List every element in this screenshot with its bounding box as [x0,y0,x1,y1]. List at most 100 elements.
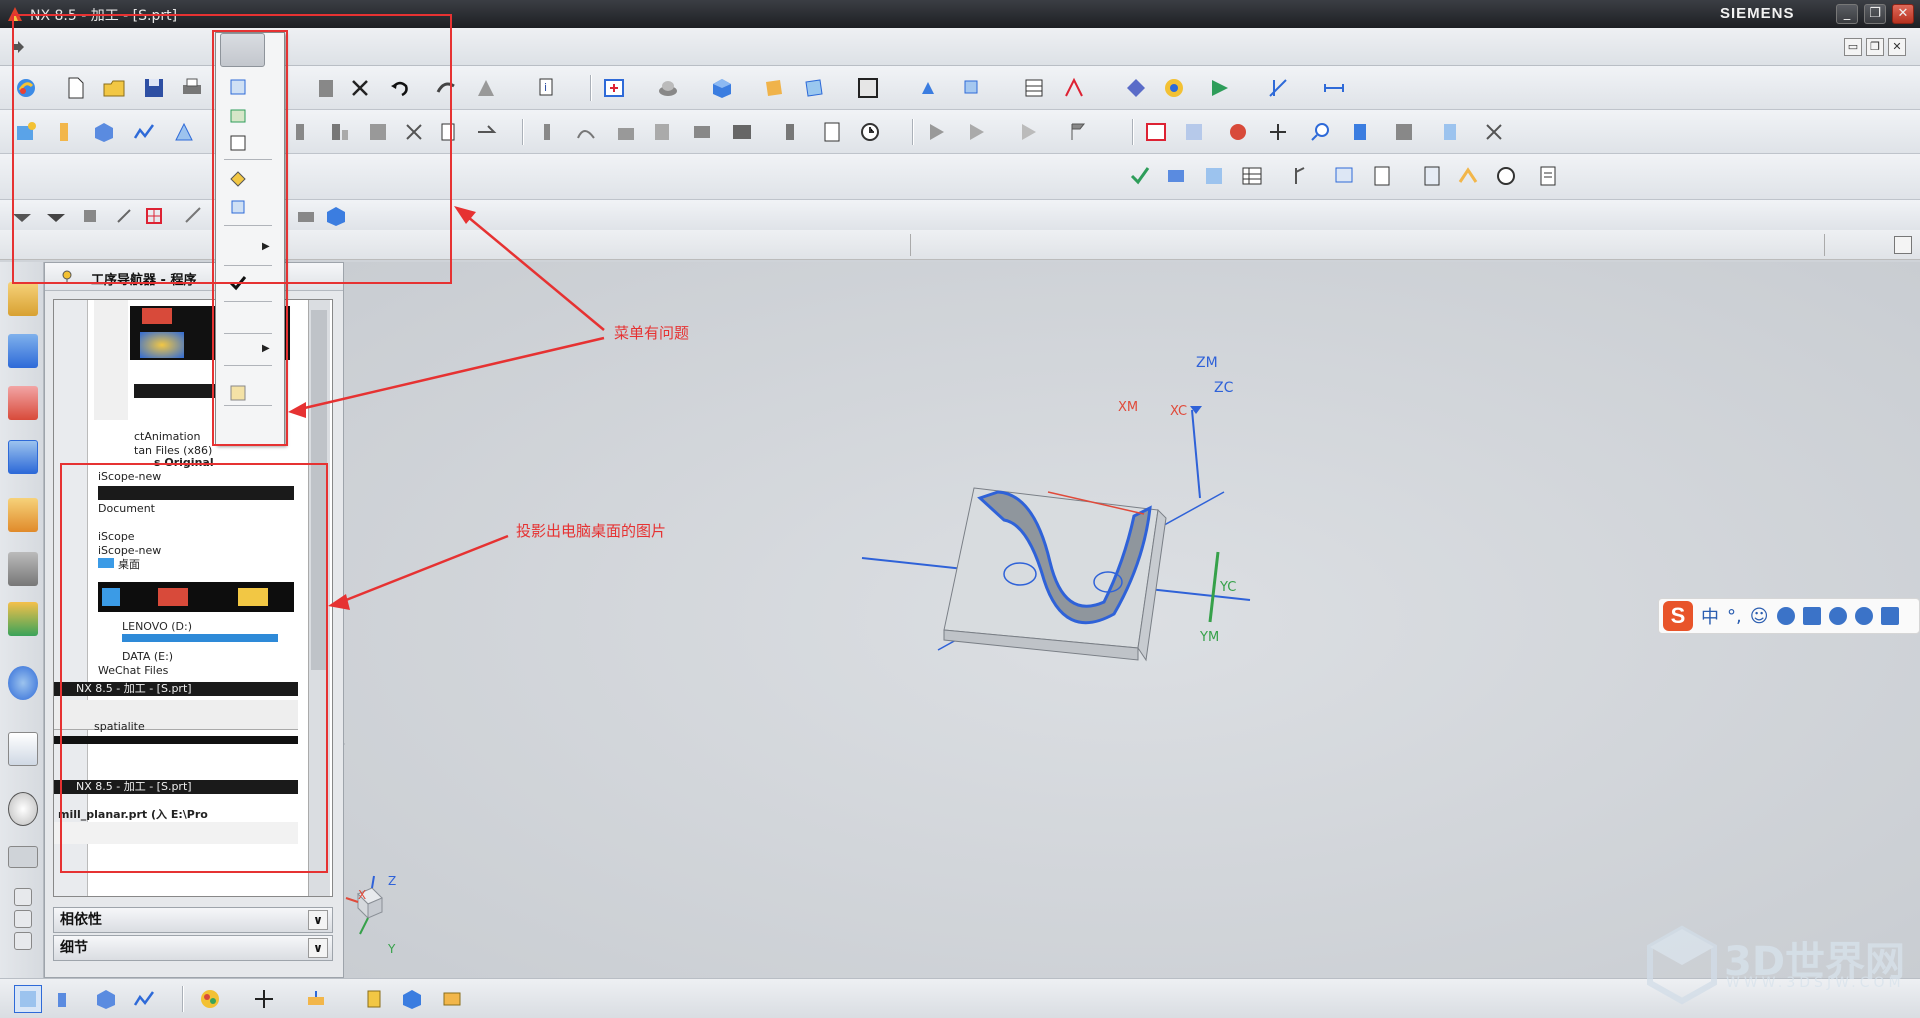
chevron-down-icon[interactable]: ∨ [308,938,328,958]
batch-process-icon[interactable] [728,118,756,146]
constraint-navigator-icon[interactable] [8,334,38,368]
doc-minimize-button[interactable]: ▭ [1844,38,1862,56]
bottom-method-icon[interactable] [130,985,158,1013]
time-icon[interactable] [856,118,884,146]
postprocess-icon[interactable] [612,118,640,146]
render-style-icon[interactable] [654,74,682,102]
workpiece-view-icon[interactable] [1142,118,1170,146]
doc-restore-button[interactable]: ❐ [1866,38,1884,56]
bottom-tool-icon[interactable] [52,985,80,1013]
tool-list-icon[interactable] [1436,118,1464,146]
layer-settings-icon[interactable] [1020,74,1048,102]
feeds-speeds-icon[interactable] [1224,118,1252,146]
assembly-navigator-icon[interactable] [8,282,38,316]
skin-icon[interactable] [1854,607,1873,625]
section-view-icon[interactable] [760,74,788,102]
dependency-section[interactable]: 相依性 ∨ [53,907,333,933]
edit-object-icon[interactable] [1330,162,1358,190]
ime-punct-label[interactable]: °, [1727,606,1742,627]
play-forward-icon[interactable] [922,118,950,146]
web-browser-icon[interactable] [8,732,38,766]
report-icon[interactable] [1534,162,1562,190]
crosshair-icon[interactable] [250,985,278,1013]
blank-icon[interactable] [438,985,466,1013]
probe-icon[interactable] [1306,118,1334,146]
branch-icon[interactable] [1286,162,1314,190]
command-finder-icon[interactable] [472,74,500,102]
bottom-geometry-icon[interactable] [92,985,120,1013]
csys-icon[interactable] [302,985,330,1013]
background-color-icon[interactable] [854,74,882,102]
part-navigator-icon[interactable] [8,386,38,420]
color-analysis-icon[interactable] [1160,74,1188,102]
block-icon[interactable] [398,985,426,1013]
snap-point-icon[interactable] [1264,74,1292,102]
history-icon[interactable] [8,602,38,636]
replay-toolpath-icon[interactable] [472,118,500,146]
step-forward-icon[interactable] [1014,118,1042,146]
toolbar-separator [1132,119,1134,145]
color-palette-icon[interactable] [196,985,224,1013]
ime-lang-label[interactable]: 中 [1701,603,1719,629]
detail-label: 细节 [60,940,88,956]
user-icon[interactable] [1828,607,1847,625]
detail-section[interactable]: 细节 ∨ [53,935,333,961]
history-clock-icon[interactable] [8,792,38,826]
insert-point-icon[interactable] [1264,118,1292,146]
fit-view-icon[interactable] [600,74,628,102]
process-sheet-icon[interactable] [1200,162,1228,190]
microphone-icon[interactable] [1776,607,1795,625]
select-filter-icon[interactable] [1206,74,1234,102]
minimize-button[interactable]: _ [1836,4,1858,24]
table-icon[interactable] [1238,162,1266,190]
shop-doc-icon[interactable] [648,118,676,146]
edit-section-icon[interactable] [800,74,828,102]
feed-icon[interactable] [1454,162,1482,190]
watermark-cube-icon [1647,925,1717,1005]
output-cls-icon[interactable] [688,118,716,146]
ime-toolbar[interactable]: S 中 °, ☺ [1658,598,1920,634]
object-info-icon[interactable] [1368,162,1396,190]
shop-documentation-icon[interactable] [818,118,846,146]
operation-navigator-icon[interactable] [8,440,38,474]
move-to-layer-icon[interactable] [1060,74,1088,102]
wcs-orient-icon[interactable] [914,74,942,102]
doc-close-button[interactable]: ✕ [1888,38,1906,56]
scroll-bottom-button[interactable] [14,932,32,950]
verify-check-icon[interactable] [1126,162,1154,190]
settings-wrench-icon[interactable] [1880,607,1899,625]
close-button[interactable]: ✕ [1892,4,1914,24]
restore-button[interactable]: ❐ [1864,4,1886,24]
keyboard-icon[interactable] [1802,607,1821,625]
shaded-cube-icon[interactable] [708,74,736,102]
tool-path-edit-icon[interactable] [780,118,808,146]
select-feature-icon[interactable] [14,985,42,1013]
wcs-dynamic-icon[interactable] [958,74,986,102]
assembly-icon[interactable] [1390,118,1418,146]
flag-icon[interactable] [1064,118,1092,146]
cylinder-icon[interactable] [360,985,388,1013]
scroll-up-button[interactable] [14,888,32,906]
ime-emoji-label[interactable]: ☺ [1750,606,1769,627]
reuse-library-icon[interactable] [8,552,38,586]
machining-time-icon[interactable] [1492,162,1520,190]
tool-path-list-icon[interactable] [1162,162,1190,190]
tool-holder-icon[interactable] [1346,118,1374,146]
chevron-down-icon[interactable]: ∨ [308,910,328,930]
resource-bar [0,262,44,978]
full-screen-icon[interactable] [1894,236,1912,254]
play-option-icon[interactable] [962,118,990,146]
close-x-icon[interactable] [1480,118,1508,146]
system-materials-icon[interactable] [8,846,38,868]
list-toolpath-icon[interactable] [572,118,600,146]
scroll-down-button[interactable] [14,910,32,928]
machine-navigator-icon[interactable] [8,498,38,532]
verify-toolpath-icon[interactable] [536,118,564,146]
information-icon[interactable]: i [534,74,562,102]
ipw-icon[interactable] [1180,118,1208,146]
sogou-logo-icon[interactable]: S [1663,601,1693,631]
help-info-icon[interactable] [8,666,38,700]
sheet-list-icon[interactable] [1418,162,1446,190]
measure-distance-icon[interactable] [1320,74,1348,102]
analysis-icon[interactable] [1122,74,1150,102]
